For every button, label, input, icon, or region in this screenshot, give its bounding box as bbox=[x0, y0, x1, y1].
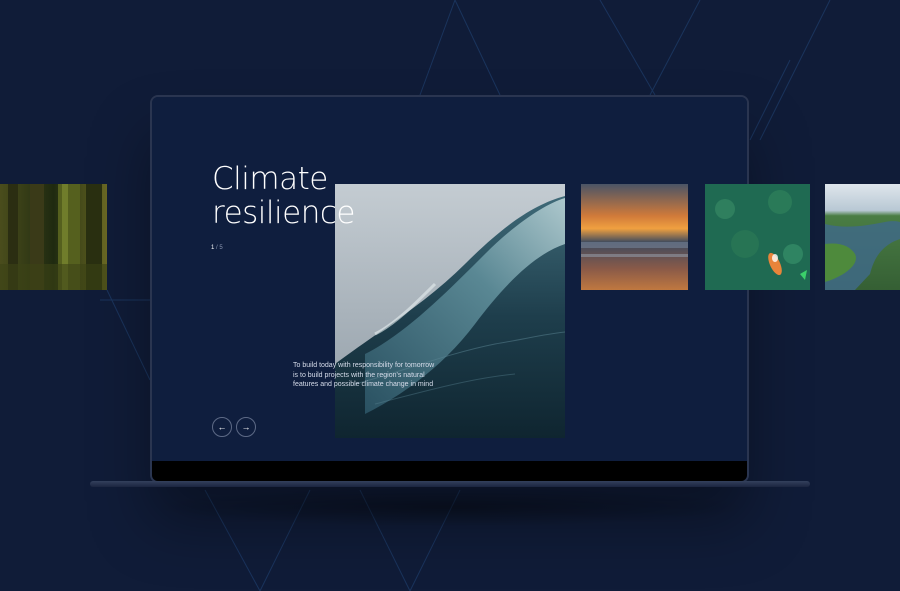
laptop-shadow bbox=[150, 487, 750, 527]
previous-slide-button[interactable]: ← bbox=[212, 417, 232, 437]
slide-counter-current: 1 bbox=[211, 245, 215, 251]
slide-description: To build today with responsibility for t… bbox=[293, 362, 435, 388]
next-slide-button[interactable]: → bbox=[236, 417, 256, 437]
slide-title: Climate resilience bbox=[212, 162, 355, 230]
ocean-wave-photo[interactable] bbox=[335, 184, 565, 438]
river-landscape-photo[interactable] bbox=[825, 184, 900, 290]
koi-pond-photo[interactable] bbox=[705, 184, 810, 290]
slide-counter: 1 / 5 bbox=[211, 245, 223, 251]
forest-photo[interactable] bbox=[0, 184, 107, 290]
laptop-base bbox=[90, 481, 810, 487]
slide-title-line-2: resilience bbox=[212, 195, 355, 231]
laptop-bezel bbox=[152, 461, 747, 481]
sunset-beach-photo[interactable] bbox=[581, 184, 688, 290]
slide-counter-total: 5 bbox=[219, 245, 223, 251]
arrow-right-icon: → bbox=[241, 422, 251, 432]
slide-title-line-1: Climate bbox=[212, 161, 328, 197]
arrow-left-icon: ← bbox=[217, 422, 227, 432]
slide-counter-separator: / bbox=[216, 245, 218, 251]
